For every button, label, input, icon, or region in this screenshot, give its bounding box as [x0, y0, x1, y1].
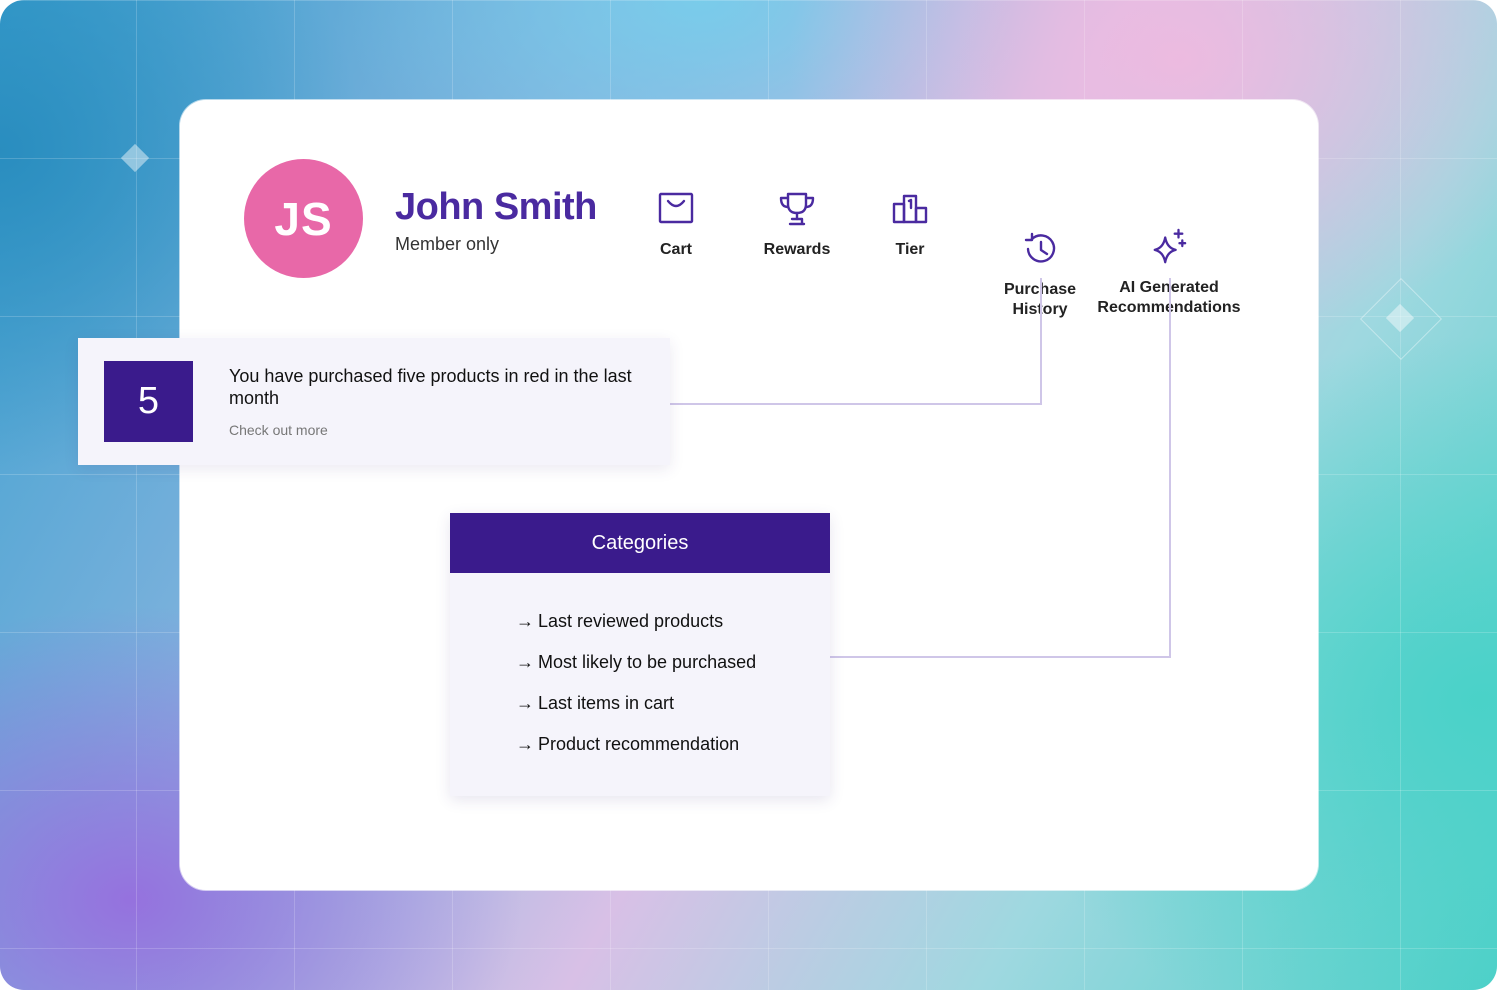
category-item-label: Last reviewed products	[538, 611, 724, 631]
categories-list: → Last reviewed products → Most likely to …	[450, 573, 830, 773]
connector-line	[1169, 278, 1171, 658]
history-icon	[1020, 210, 1060, 263]
nav-cart-label: Cart	[659, 241, 692, 258]
sparkles-icon	[1149, 208, 1189, 264]
category-item[interactable]: → Most likely to be purchased	[516, 650, 830, 691]
nav-tier-label: Tier	[895, 241, 925, 258]
connector-line	[830, 656, 1171, 658]
category-item[interactable]: → Product recommendation	[516, 732, 830, 773]
purchase-notification-card: 5 You have purchased five products in re…	[78, 338, 670, 465]
arrow-right-icon: →	[516, 611, 534, 631]
purchase-count-badge: 5	[104, 361, 193, 442]
categories-title: Categories	[450, 513, 830, 573]
category-item-label: Most likely to be purchased	[538, 652, 757, 672]
category-item-label: Product recommendation	[538, 734, 740, 754]
arrow-right-icon: →	[516, 652, 534, 672]
category-item-label: Last items in cart	[538, 693, 675, 713]
category-item[interactable]: → Last items in cart	[516, 691, 830, 732]
arrow-right-icon: →	[516, 693, 534, 713]
connector-line	[670, 403, 1042, 405]
nav-tier[interactable]: Tier	[880, 190, 940, 260]
nav-cart[interactable]: Cart	[646, 190, 706, 260]
notification-message: You have purchased five products in red …	[229, 366, 632, 408]
check-out-more-link[interactable]: Check out more	[229, 422, 328, 438]
connector-line	[1040, 278, 1042, 405]
category-item[interactable]: → Last reviewed products	[516, 609, 830, 650]
nav-rewards[interactable]: Rewards	[757, 190, 837, 260]
shopping-bag-icon	[656, 190, 696, 228]
nav-rewards-label: Rewards	[763, 241, 831, 258]
avatar[interactable]: JS	[244, 159, 363, 278]
user-role: Member only	[395, 234, 500, 254]
trophy-icon	[777, 190, 817, 228]
podium-icon	[890, 190, 930, 228]
arrow-right-icon: →	[516, 734, 534, 754]
user-name: John Smith	[395, 186, 597, 228]
categories-card: Categories → Last reviewed products → Most…	[450, 513, 830, 796]
